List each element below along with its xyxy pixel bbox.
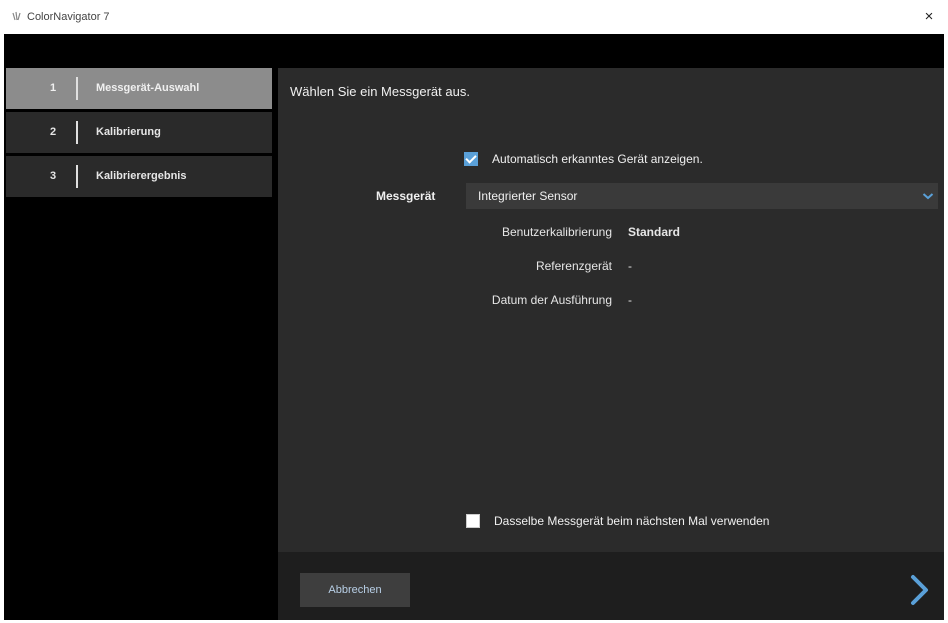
auto-detect-checkbox[interactable] xyxy=(464,152,478,166)
chevron-right-icon[interactable] xyxy=(906,574,932,606)
main-panel: Wählen Sie ein Messgerät aus. Automatisc… xyxy=(278,68,944,620)
window-title: ColorNavigator 7 xyxy=(27,11,110,23)
info-label-reference-device: Referenzgerät xyxy=(535,259,612,273)
auto-detect-label: Automatisch erkanntes Gerät anzeigen. xyxy=(492,152,703,166)
step-item-calibration-result[interactable]: 3 Kalibrierergebnis xyxy=(6,156,272,197)
title-bar: ColorNavigator 7 × xyxy=(0,0,948,34)
step-item-device-selection[interactable]: 1 Messgerät-Auswahl xyxy=(6,68,272,109)
same-device-checkbox[interactable] xyxy=(466,514,480,528)
info-label-user-calibration: Benutzerkalibrierung xyxy=(501,225,612,239)
cancel-button[interactable]: Abbrechen xyxy=(300,573,410,607)
step-navigation: 1 Messgerät-Auswahl 2 Kalibrierung 3 Kal… xyxy=(6,68,272,200)
instruction-text: Wählen Sie ein Messgerät aus. xyxy=(290,84,470,99)
step-divider xyxy=(76,77,78,100)
colornavigator-logo-icon xyxy=(12,11,21,21)
step-item-calibration[interactable]: 2 Kalibrierung xyxy=(6,112,272,153)
close-icon[interactable]: × xyxy=(918,6,940,28)
info-label-execution-date: Datum der Ausführung xyxy=(491,293,612,307)
app-client-area: 1 Messgerät-Auswahl 2 Kalibrierung 3 Kal… xyxy=(4,34,944,620)
device-label: Messgerät xyxy=(376,189,436,203)
info-value-reference-device: - xyxy=(628,259,632,273)
chevron-down-icon xyxy=(922,193,934,200)
step-label: Kalibrierergebnis xyxy=(96,170,187,182)
step-label: Kalibrierung xyxy=(96,126,161,138)
step-label: Messgerät-Auswahl xyxy=(96,82,200,94)
step-number: 1 xyxy=(50,82,57,94)
info-value-user-calibration: Standard xyxy=(628,225,681,239)
step-divider xyxy=(76,121,78,144)
step-divider xyxy=(76,165,78,188)
step-number: 3 xyxy=(50,170,57,182)
device-select[interactable]: Integrierter Sensor xyxy=(466,183,938,209)
device-select-value: Integrierter Sensor xyxy=(478,189,578,203)
footer-bar: Abbrechen xyxy=(278,552,944,620)
step-number: 2 xyxy=(50,126,57,138)
same-device-label: Dasselbe Messgerät beim nächsten Mal ver… xyxy=(494,514,770,528)
info-value-execution-date: - xyxy=(628,293,632,307)
